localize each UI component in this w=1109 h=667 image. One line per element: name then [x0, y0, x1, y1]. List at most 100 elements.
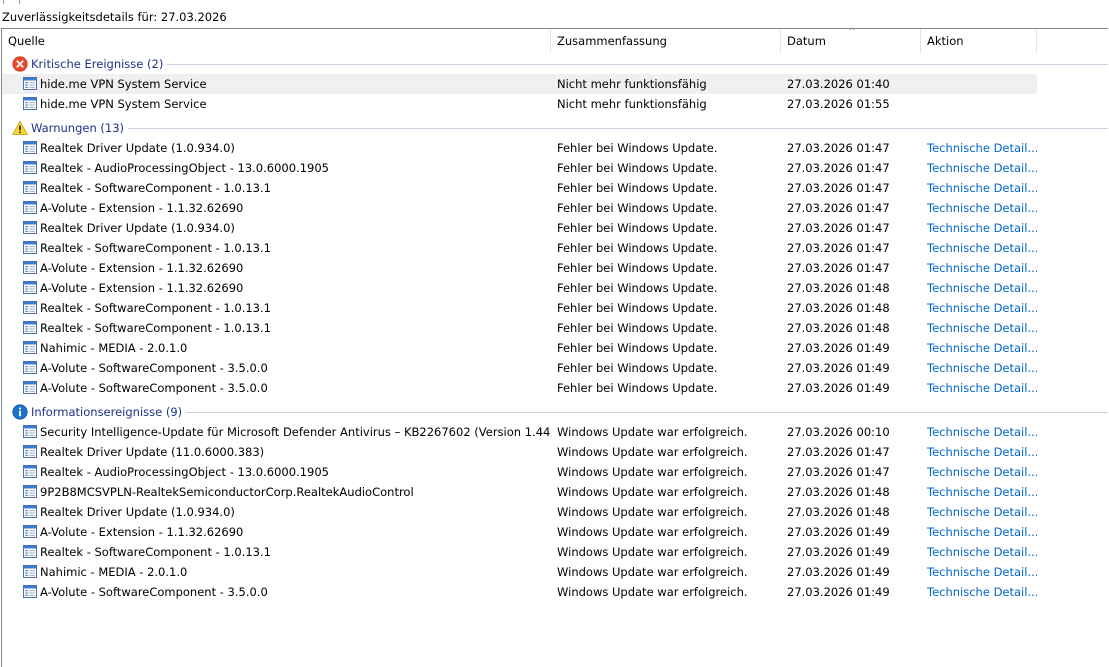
technical-details-link[interactable]: Technische Detail... [927, 138, 1037, 158]
table-row[interactable]: Security Intelligence-Update für Microso… [2, 422, 1108, 442]
table-row[interactable]: A-Volute - SoftwareComponent - 3.5.0.0 Wi… [2, 582, 1108, 602]
group-header-1[interactable]: Warnungen (13) [2, 118, 1108, 138]
date-cell: 27.03.2026 01:47 [787, 241, 890, 255]
summary-cell: Fehler bei Windows Update. [557, 181, 718, 195]
table-header: Quelle Zusammenfassung Datum Aktion ^ [2, 27, 1108, 53]
technical-details-link[interactable]: Technische Detail... [927, 378, 1037, 398]
table-row[interactable]: A-Volute - Extension - 1.1.32.62690 Fehle… [2, 198, 1108, 218]
summary-cell: Windows Update war erfolgreich. [557, 505, 748, 519]
table-row[interactable]: Nahimic - MEDIA - 2.0.1.0 Fehler bei Wind… [2, 338, 1108, 358]
technical-details-link[interactable]: Technische Detail... [927, 318, 1037, 338]
technical-details-link[interactable]: Technische Detail... [927, 338, 1037, 358]
technical-details-link[interactable]: Technische Detail... [927, 198, 1037, 218]
application-icon [23, 321, 37, 334]
table-row[interactable]: A-Volute - SoftwareComponent - 3.5.0.0 Fe… [2, 378, 1108, 398]
source-cell: A-Volute - Extension - 1.1.32.62690 [40, 525, 244, 539]
column-header-source[interactable]: Quelle [2, 29, 551, 53]
source-cell: Realtek - SoftwareComponent - 1.0.13.1 [40, 241, 271, 255]
summary-cell: Fehler bei Windows Update. [557, 281, 718, 295]
table-row[interactable]: hide.me VPN System Service Nicht mehr fun… [2, 94, 1108, 114]
technical-details-link[interactable]: Technische Detail... [927, 358, 1037, 378]
column-header-summary[interactable]: Zusammenfassung [551, 29, 781, 53]
source-cell: hide.me VPN System Service [40, 97, 207, 111]
table-row[interactable]: hide.me VPN System Service Nicht mehr fun… [2, 74, 1037, 94]
table-row[interactable]: Realtek - SoftwareComponent - 1.0.13.1 Wi… [2, 542, 1108, 562]
table-row[interactable]: 9P2B8MCSVPLN-RealtekSemiconductorCorp.Re… [2, 482, 1108, 502]
table-row[interactable]: Realtek Driver Update (1.0.934.0) Fehler … [2, 218, 1108, 238]
table-row[interactable]: Realtek - AudioProcessingObject - 13.0.6… [2, 462, 1108, 482]
summary-cell: Windows Update war erfolgreich. [557, 445, 748, 459]
application-icon [23, 341, 37, 354]
application-icon [23, 181, 37, 194]
application-icon [23, 301, 37, 314]
technical-details-link[interactable]: Technische Detail... [927, 502, 1037, 522]
technical-details-link[interactable]: Technische Detail... [927, 582, 1037, 602]
technical-details-link[interactable]: Technische Detail... [927, 238, 1037, 258]
summary-cell: Nicht mehr funktionsfähig [557, 77, 707, 91]
technical-details-link[interactable]: Technische Detail... [927, 258, 1037, 278]
toolbar-separator [19, 0, 20, 4]
application-icon [23, 281, 37, 294]
date-cell: 27.03.2026 01:40 [787, 77, 890, 91]
group-divider [186, 412, 1108, 413]
table-row[interactable]: Realtek Driver Update (11.0.6000.383) Win… [2, 442, 1108, 462]
summary-cell: Fehler bei Windows Update. [557, 161, 718, 175]
technical-details-link[interactable]: Technische Detail... [927, 542, 1037, 562]
table-row[interactable]: Realtek - AudioProcessingObject - 13.0.6… [2, 158, 1108, 178]
date-cell: 27.03.2026 00:10 [787, 425, 890, 439]
table-row[interactable]: Realtek Driver Update (1.0.934.0) Windows… [2, 502, 1108, 522]
source-cell: Nahimic - MEDIA - 2.0.1.0 [40, 341, 188, 355]
source-cell: Realtek - AudioProcessingObject - 13.0.6… [40, 465, 329, 479]
table-row[interactable]: A-Volute - Extension - 1.1.32.62690 Windo… [2, 522, 1108, 542]
technical-details-link[interactable]: Technische Detail... [927, 482, 1037, 502]
table-row[interactable]: Nahimic - MEDIA - 2.0.1.0 Windows Update … [2, 562, 1108, 582]
application-icon [23, 465, 37, 478]
technical-details-link[interactable]: Technische Detail... [927, 562, 1037, 582]
date-cell: 27.03.2026 01:48 [787, 485, 890, 499]
table-row[interactable]: A-Volute - Extension - 1.1.32.62690 Fehle… [2, 258, 1108, 278]
group-header-0[interactable]: Kritische Ereignisse (2) [2, 54, 1108, 74]
source-cell: Realtek - SoftwareComponent - 1.0.13.1 [40, 545, 271, 559]
source-cell: Realtek Driver Update (1.0.934.0) [40, 141, 235, 155]
top-toolbar-edge [0, 0, 1109, 5]
source-cell: Realtek - SoftwareComponent - 1.0.13.1 [40, 301, 271, 315]
source-cell: Realtek Driver Update (1.0.934.0) [40, 505, 235, 519]
column-header-action[interactable]: Aktion [921, 29, 1037, 53]
table-row[interactable]: Realtek Driver Update (1.0.934.0) Fehler … [2, 138, 1108, 158]
date-cell: 27.03.2026 01:48 [787, 321, 890, 335]
date-cell: 27.03.2026 01:47 [787, 261, 890, 275]
source-cell: Nahimic - MEDIA - 2.0.1.0 [40, 565, 188, 579]
application-icon [23, 77, 37, 90]
source-cell: Realtek Driver Update (1.0.934.0) [40, 221, 235, 235]
table-row[interactable]: Realtek - SoftwareComponent - 1.0.13.1 Fe… [2, 298, 1108, 318]
group-header-2[interactable]: Informationsereignisse (9) [2, 402, 1108, 422]
summary-cell: Fehler bei Windows Update. [557, 381, 718, 395]
technical-details-link[interactable]: Technische Detail... [927, 218, 1037, 238]
date-cell: 27.03.2026 01:48 [787, 505, 890, 519]
table-row[interactable]: Realtek - SoftwareComponent - 1.0.13.1 Fe… [2, 178, 1108, 198]
page-title: Zuverlässigkeitsdetails für: 27.03.2026 [2, 10, 227, 24]
source-cell: A-Volute - Extension - 1.1.32.62690 [40, 281, 244, 295]
date-cell: 27.03.2026 01:49 [787, 545, 890, 559]
table-row[interactable]: Realtek - SoftwareComponent - 1.0.13.1 Fe… [2, 238, 1108, 258]
reliability-events-table[interactable]: Quelle Zusammenfassung Datum Aktion ^ Kr… [1, 27, 1108, 667]
technical-details-link[interactable]: Technische Detail... [927, 278, 1037, 298]
summary-cell: Fehler bei Windows Update. [557, 341, 718, 355]
technical-details-link[interactable]: Technische Detail... [927, 178, 1037, 198]
info-icon [12, 404, 28, 420]
table-row[interactable]: Realtek - SoftwareComponent - 1.0.13.1 Fe… [2, 318, 1108, 338]
technical-details-link[interactable]: Technische Detail... [927, 442, 1037, 462]
technical-details-link[interactable]: Technische Detail... [927, 158, 1037, 178]
technical-details-link[interactable]: Technische Detail... [927, 422, 1037, 442]
application-icon [23, 161, 37, 174]
technical-details-link[interactable]: Technische Detail... [927, 522, 1037, 542]
technical-details-link[interactable]: Technische Detail... [927, 462, 1037, 482]
table-row[interactable]: A-Volute - SoftwareComponent - 3.5.0.0 Fe… [2, 358, 1108, 378]
summary-cell: Fehler bei Windows Update. [557, 201, 718, 215]
summary-cell: Fehler bei Windows Update. [557, 321, 718, 335]
technical-details-link[interactable]: Technische Detail... [927, 298, 1037, 318]
summary-cell: Fehler bei Windows Update. [557, 301, 718, 315]
table-row[interactable]: A-Volute - Extension - 1.1.32.62690 Fehle… [2, 278, 1108, 298]
source-cell: Security Intelligence-Update für Microso… [40, 425, 550, 439]
date-cell: 27.03.2026 01:55 [787, 97, 890, 111]
